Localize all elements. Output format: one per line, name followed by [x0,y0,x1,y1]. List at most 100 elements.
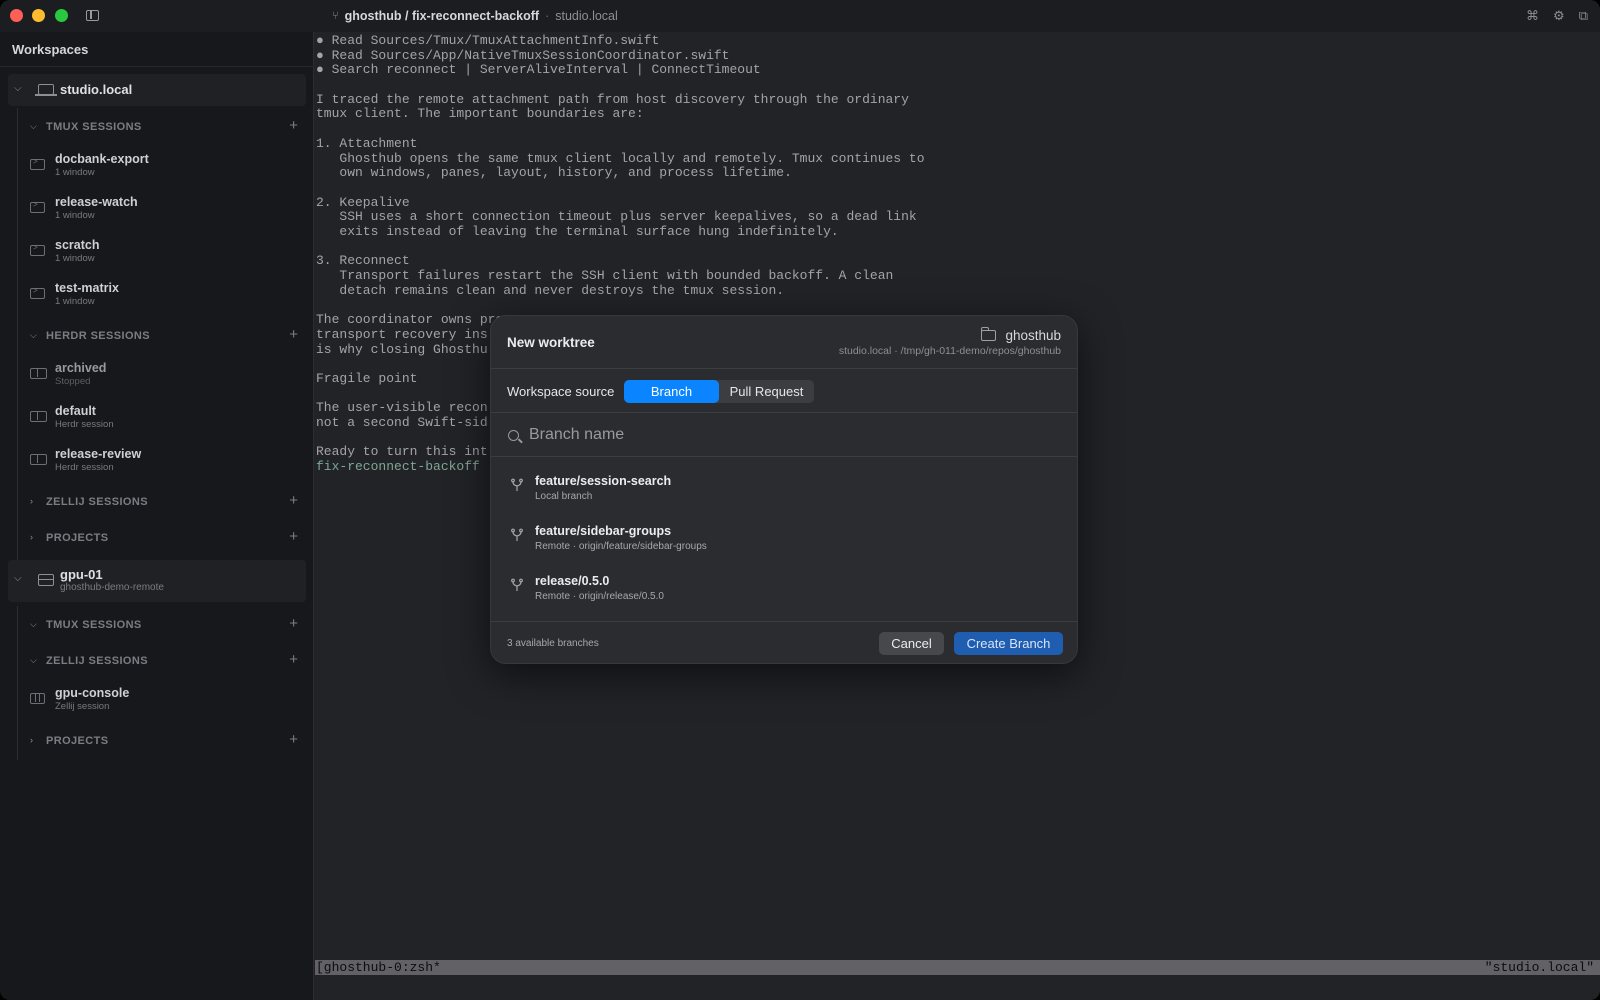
laptop-icon [35,84,57,96]
section-projects[interactable]: › PROJECTS + [30,528,306,548]
chevron-right-icon[interactable]: › [30,532,33,542]
server-icon [38,574,54,586]
source-branch-option[interactable]: Branch [624,380,719,403]
divider [491,368,1077,369]
section-projects[interactable]: › PROJECTS + [30,731,306,751]
branch-name: feature/sidebar-groups [535,524,672,538]
terminal-icon [30,200,45,213]
session-item-scratch[interactable]: scratch 1 window [28,235,304,269]
session-name: test-matrix [55,281,119,295]
sidebar-layout-icon[interactable]: ⧉ [1579,8,1588,24]
sidebar-divider [0,66,314,67]
add-project-icon[interactable]: + [289,731,298,748]
terminal-line-branch: fix-reconnect-backoff [316,459,480,474]
chevron-down-icon[interactable]: ⌵ [30,619,37,630]
title-host: studio.local [555,9,618,23]
chevron-down-icon[interactable]: ⌵ [14,83,22,94]
terminal-line: The user-visible recon [316,400,488,415]
minimize-window-button[interactable] [32,9,45,22]
branch-name-input[interactable] [529,422,1059,448]
session-subtitle: 1 window [55,296,95,307]
divider [491,412,1077,413]
chevron-right-icon[interactable]: › [30,735,33,745]
section-label: PROJECTS [46,532,109,544]
session-name: gpu-console [55,686,130,700]
session-subtitle: Zellij session [55,701,110,712]
session-item-docbank-export[interactable]: docbank-export 1 window [28,149,304,183]
add-session-icon[interactable]: + [289,492,298,509]
divider [491,621,1077,622]
branch-icon [511,528,523,541]
session-name: default [55,404,96,418]
branch-subtitle: Remote · origin/release/0.5.0 [535,591,664,602]
terminal-icon [30,286,45,299]
terminal-line: SSH uses a short connection timeout plus… [316,209,917,224]
status-session: [ghosthub-0:zsh* [316,960,441,975]
section-label: TMUX SESSIONS [46,121,142,133]
titlebar-actions: ⌘ ⚙ ⧉ [1526,8,1588,24]
zoom-window-button[interactable] [55,9,68,22]
sidebar-title: Workspaces [12,42,89,57]
cancel-button[interactable]: Cancel [879,632,944,655]
branch-icon [511,578,523,591]
session-subtitle: Stopped [55,376,91,387]
title-separator: · [545,9,550,23]
branch-subtitle: Remote · origin/feature/sidebar-groups [535,541,707,552]
terminal-line: is why closing Ghosthu [316,342,488,357]
app-window: ⑂ ghosthub / fix-reconnect-backoff · stu… [0,0,1600,1000]
session-subtitle: 1 window [55,253,95,264]
command-icon[interactable]: ⌘ [1526,8,1539,24]
window-title: ⑂ ghosthub / fix-reconnect-backoff · stu… [332,9,618,23]
workspaces-sidebar: Workspaces ⌵ studio.local ⌵ TMUX SESSION… [0,32,314,1000]
section-zellij-sessions[interactable]: ⌵ ZELLIJ SESSIONS + [30,651,306,671]
add-session-icon[interactable]: + [289,615,298,632]
session-name: archived [55,361,107,375]
add-session-icon[interactable]: + [289,651,298,668]
session-item-release-watch[interactable]: release-watch 1 window [28,192,304,226]
terminal-line: The coordinator owns pro [316,312,504,327]
branch-option-session-search[interactable]: feature/session-search Local branch [491,466,1077,514]
chevron-down-icon[interactable]: ⌵ [14,573,22,584]
source-pull-request-option[interactable]: Pull Request [719,380,814,403]
section-zellij-sessions[interactable]: › ZELLIJ SESSIONS + [30,492,306,512]
add-session-icon[interactable]: + [289,117,298,134]
create-branch-button[interactable]: Create Branch [954,632,1063,655]
workspace-source-toggle: Branch Pull Request [624,380,814,403]
close-window-button[interactable] [10,9,23,22]
host-name: studio.local [60,82,133,97]
gear-icon[interactable]: ⚙ [1553,8,1565,24]
chevron-down-icon[interactable]: ⌵ [30,121,37,132]
session-item-test-matrix[interactable]: test-matrix 1 window [28,278,304,312]
chevron-right-icon[interactable]: › [30,496,33,506]
host-name: gpu-01 [60,567,103,582]
branch-name: feature/session-search [535,474,672,488]
repo-name: ghosthub [1005,328,1061,343]
host-studio-local[interactable]: ⌵ studio.local [8,74,306,106]
session-subtitle: 1 window [55,210,95,221]
session-subtitle: Herdr session [55,419,114,430]
branch-subtitle: Local branch [535,491,593,502]
add-project-icon[interactable]: + [289,528,298,545]
section-tmux-sessions[interactable]: ⌵ TMUX SESSIONS + [30,117,306,137]
tree-guide [17,606,18,760]
terminal-line: detach remains clean and never destroys … [316,283,785,298]
host-gpu-01[interactable]: ⌵ gpu-01 ghosthub-demo-remote [8,560,306,602]
session-item-default[interactable]: default Herdr session [28,401,304,435]
session-item-release-review[interactable]: release-review Herdr session [28,444,304,478]
chevron-down-icon[interactable]: ⌵ [30,655,37,666]
session-item-archived[interactable]: archived Stopped [28,358,304,392]
sidebar-toggle-icon[interactable] [86,10,99,21]
chevron-down-icon[interactable]: ⌵ [30,330,37,341]
terminal-line: own windows, panes, layout, history, and… [316,165,792,180]
branch-option-sidebar-groups[interactable]: feature/sidebar-groups Remote · origin/f… [491,516,1077,564]
branch-option-release[interactable]: release/0.5.0 Remote · origin/release/0.… [491,566,1077,614]
section-herdr-sessions[interactable]: ⌵ HERDR SESSIONS + [30,326,306,346]
terminal-line: 1. Attachment [316,136,418,151]
add-session-icon[interactable]: + [289,326,298,343]
session-item-gpu-console[interactable]: gpu-console Zellij session [28,683,304,717]
workspace-source-label: Workspace source [507,384,615,399]
title-bar: ⑂ ghosthub / fix-reconnect-backoff · stu… [0,0,1600,32]
session-subtitle: 1 window [55,167,95,178]
terminal-icon [30,243,45,256]
section-tmux-sessions[interactable]: ⌵ TMUX SESSIONS + [30,615,306,635]
